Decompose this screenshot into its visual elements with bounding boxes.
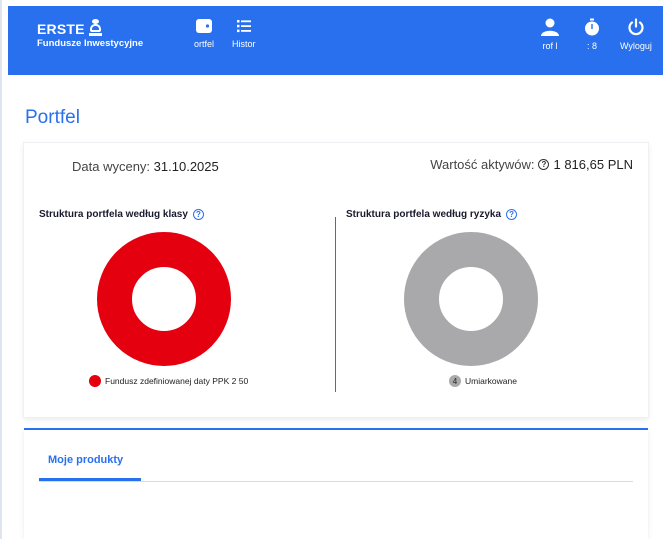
help-icon[interactable]: ? (538, 159, 550, 170)
power-icon (628, 18, 644, 36)
risk-structure-title-text: Struktura portfela według ryzyka (346, 209, 502, 220)
risk-structure-title: Struktura portfela według ryzyka ? (346, 209, 518, 220)
class-structure-legend: Fundusz zdefiniowanej daty PPK 2 50 (89, 375, 248, 387)
tab-my-products[interactable]: Moje produkty (40, 454, 131, 481)
risk-legend-label: Umiarkowane (465, 376, 517, 386)
erste-s-logo-icon (88, 19, 102, 36)
help-icon[interactable]: ? (506, 209, 518, 220)
class-structure-title-text: Struktura portfela według klasy (39, 209, 188, 220)
nav-history[interactable]: Histor (232, 18, 256, 49)
nav-portfolio-label: ortfel (194, 39, 215, 49)
brand-subtitle: Fundusze Inwestycyjne (37, 38, 144, 49)
risk-structure-legend: 4 Umiarkowane (449, 375, 517, 387)
nav-profile[interactable]: rof l (540, 18, 560, 51)
valuation-date-value: 31.10.2025 (153, 159, 219, 174)
session-timer-label: : 8 (586, 41, 597, 51)
class-structure-donut-chart[interactable] (97, 232, 231, 366)
list-icon (236, 20, 251, 33)
session-timer: : 8 (584, 18, 600, 51)
nav-history-label: Histor (232, 39, 256, 49)
class-structure-title: Struktura portfela według klasy ? (39, 209, 204, 220)
portfolio-summary-card: Data wyceny: 31.10.2025 Wartość aktywów:… (24, 143, 648, 417)
help-icon[interactable]: ? (192, 209, 204, 220)
nav-profile-label: rof l (542, 41, 558, 51)
section-divider (335, 217, 336, 392)
brand-logo[interactable]: ERSTE Fundusze Inwestycyjne (37, 19, 143, 49)
class-legend-label: Fundusz zdefiniowanej daty PPK 2 50 (105, 376, 249, 386)
valuation-date: Data wyceny: 31.10.2025 (72, 159, 219, 174)
risk-level-badge: 4 (449, 375, 461, 387)
logout-label: Wyloguj (620, 41, 652, 51)
nav-portfolio[interactable]: ortfel (194, 18, 214, 49)
page-title: Portfel (25, 107, 80, 128)
logout-button[interactable]: Wyloguj (620, 18, 652, 51)
legend-color-dot (89, 375, 101, 387)
assets-value-amount: 1 816,65 PLN (553, 157, 633, 172)
user-icon (541, 18, 559, 36)
wallet-icon (196, 19, 212, 33)
class-donut-segment[interactable] (97, 232, 231, 366)
risk-donut-segment[interactable] (404, 232, 538, 366)
risk-structure-donut-chart[interactable] (404, 232, 538, 366)
assets-value: Wartość aktywów: ? 1 816,65 PLN (430, 157, 633, 172)
brand-name: ERSTE (37, 21, 85, 37)
tab-divider (39, 481, 633, 482)
top-navigation-bar: ERSTE Fundusze Inwestycyjne ortfel Histo… (8, 6, 663, 75)
my-products-panel: Moje produkty (24, 428, 648, 539)
valuation-date-label: Data wyceny: (72, 159, 151, 174)
assets-value-label: Wartość aktywów: (430, 157, 535, 172)
timer-icon (585, 18, 599, 36)
